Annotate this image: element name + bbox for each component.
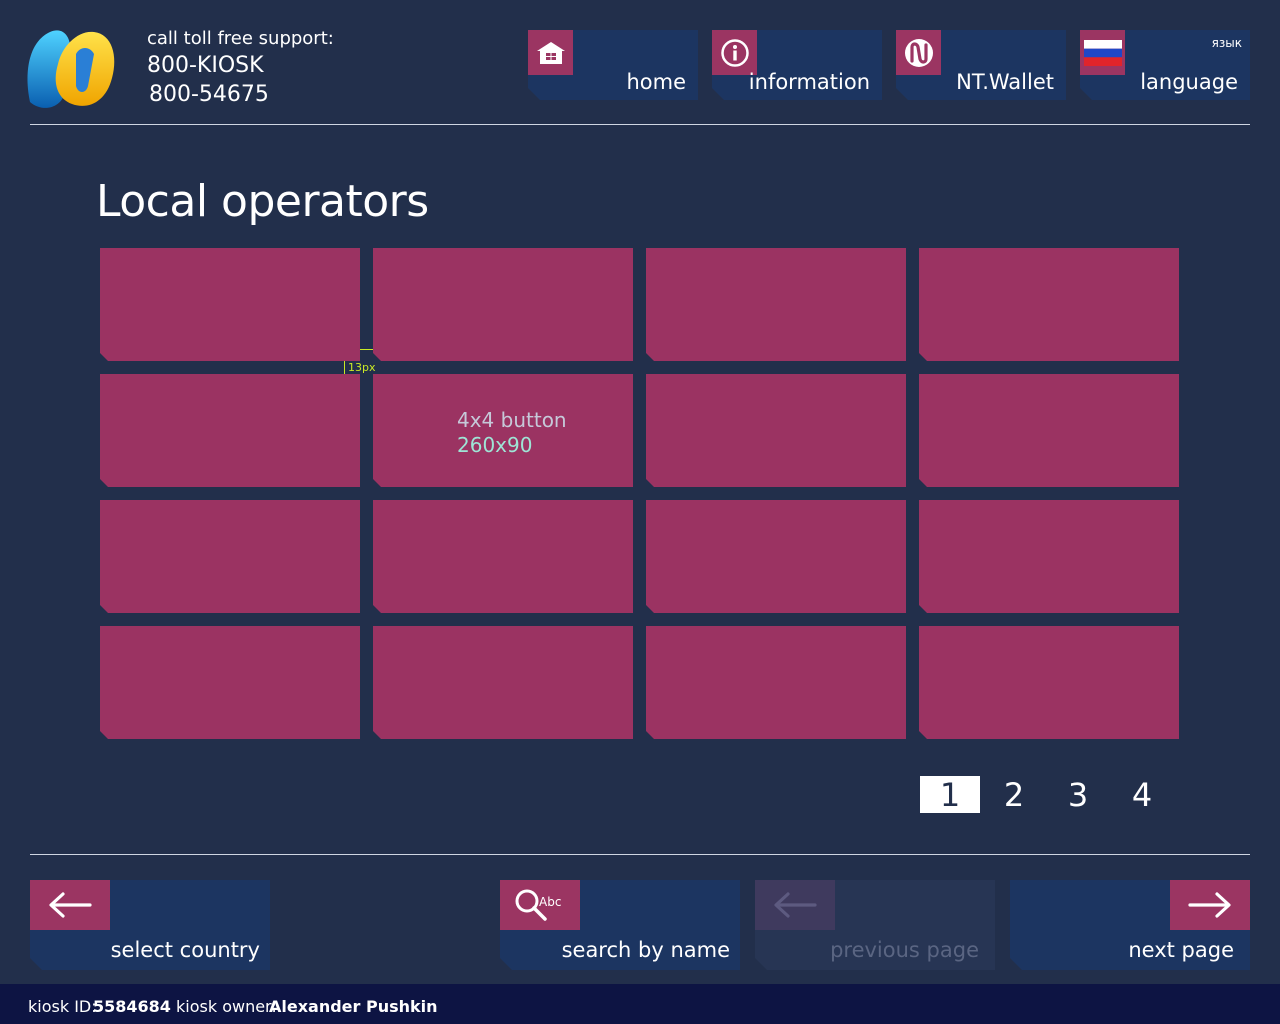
information-button[interactable]: information — [712, 30, 882, 100]
language-sublabel: язык — [1211, 36, 1242, 50]
status-footer: kiosk ID: 5584684 kiosk owner: Alexander… — [0, 984, 1280, 1024]
previous-page-button[interactable]: previous page — [755, 880, 995, 970]
operator-tile[interactable] — [646, 248, 906, 361]
support-label: call toll free support: — [147, 28, 334, 49]
russian-flag-icon — [1080, 30, 1125, 75]
nt-wallet-label: NT.Wallet — [956, 70, 1054, 94]
kiosk-owner-label: kiosk owner: — [176, 997, 277, 1016]
select-country-button[interactable]: select country — [30, 880, 270, 970]
spacing-marker-vertical — [344, 361, 345, 374]
page-3-button[interactable]: 3 — [1048, 776, 1108, 814]
language-label: language — [1140, 70, 1238, 94]
page-1-button[interactable]: 1 — [920, 776, 980, 814]
nt-wallet-button[interactable]: NT.Wallet — [896, 30, 1066, 100]
select-country-label: select country — [110, 938, 260, 962]
kiosk-owner-value: Alexander Pushkin — [269, 997, 438, 1016]
arrow-right-icon — [1170, 880, 1250, 930]
search-icon-text: Abc — [539, 895, 562, 909]
operator-tile[interactable] — [919, 248, 1179, 361]
tile-note-size-label: 4x4 button — [457, 408, 567, 432]
operator-tile[interactable] — [100, 500, 360, 613]
logo — [22, 24, 122, 114]
operator-tile[interactable] — [646, 374, 906, 487]
info-icon — [712, 30, 757, 75]
spacing-marker-horizontal — [360, 349, 373, 350]
operator-tile[interactable]: 4x4 button 260x90 — [373, 374, 633, 487]
tile-note-dimensions: 260x90 — [457, 433, 533, 457]
arrow-left-icon — [755, 880, 835, 930]
operator-tile[interactable] — [646, 500, 906, 613]
page-4-button[interactable]: 4 — [1112, 776, 1172, 814]
operator-tile[interactable] — [100, 374, 360, 487]
support-phone-digits: 800-54675 — [149, 82, 269, 107]
next-page-button[interactable]: next page — [1010, 880, 1250, 970]
page-2-button[interactable]: 2 — [984, 776, 1044, 814]
wallet-icon — [896, 30, 941, 75]
operator-tile[interactable] — [373, 626, 633, 739]
arrow-left-icon — [30, 880, 110, 930]
home-icon — [528, 30, 573, 75]
language-button[interactable]: язык language — [1080, 30, 1250, 100]
operator-tile[interactable] — [646, 626, 906, 739]
previous-page-label: previous page — [830, 938, 979, 962]
spacing-annotation: 13px — [348, 361, 376, 374]
operator-tile[interactable] — [919, 374, 1179, 487]
operator-tile[interactable] — [100, 248, 360, 361]
operator-tile[interactable] — [373, 500, 633, 613]
footer-divider — [30, 854, 1250, 855]
header-divider — [30, 124, 1250, 125]
search-icon: Abc — [500, 880, 580, 930]
operator-tile[interactable] — [919, 500, 1179, 613]
search-by-name-button[interactable]: Abc search by name — [500, 880, 740, 970]
kiosk-id-label: kiosk ID: — [28, 997, 97, 1016]
operator-tile[interactable] — [373, 248, 633, 361]
search-by-name-label: search by name — [561, 938, 730, 962]
operator-tile[interactable] — [100, 626, 360, 739]
page-title: Local operators — [96, 176, 429, 227]
kiosk-id-value: 5584684 — [93, 997, 171, 1016]
information-label: information — [748, 70, 870, 94]
home-button[interactable]: home — [528, 30, 698, 100]
support-phone-word: 800-KIOSK — [147, 53, 264, 78]
operator-tile[interactable] — [919, 626, 1179, 739]
next-page-label: next page — [1128, 938, 1234, 962]
home-label: home — [626, 70, 686, 94]
